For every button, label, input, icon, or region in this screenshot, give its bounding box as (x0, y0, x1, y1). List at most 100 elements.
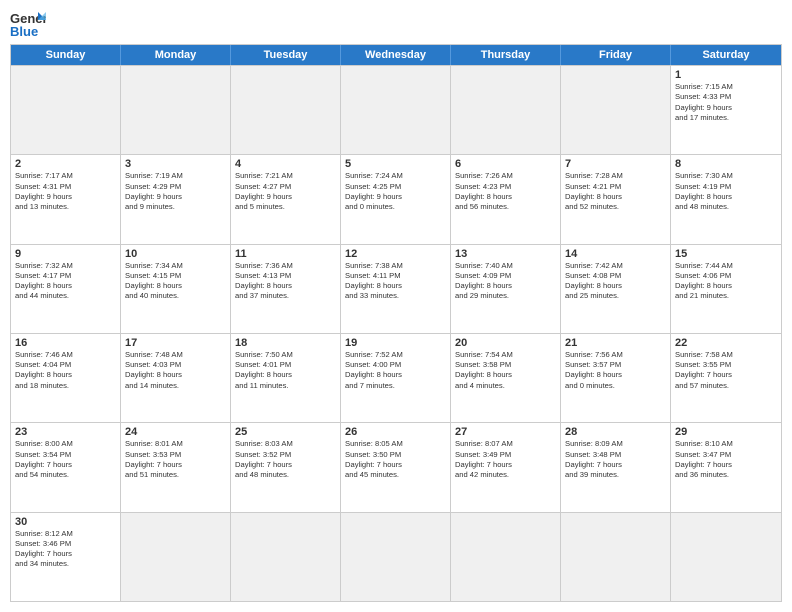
day-info: Sunrise: 7:58 AM Sunset: 3:55 PM Dayligh… (675, 350, 777, 391)
calendar-cell (341, 513, 451, 601)
day-number: 7 (565, 158, 666, 170)
day-info: Sunrise: 8:00 AM Sunset: 3:54 PM Dayligh… (15, 439, 116, 480)
day-number: 19 (345, 337, 446, 349)
day-number: 2 (15, 158, 116, 170)
day-info: Sunrise: 7:36 AM Sunset: 4:13 PM Dayligh… (235, 261, 336, 302)
weekday-header: Wednesday (341, 45, 451, 65)
calendar-cell: 24Sunrise: 8:01 AM Sunset: 3:53 PM Dayli… (121, 423, 231, 511)
day-info: Sunrise: 7:24 AM Sunset: 4:25 PM Dayligh… (345, 171, 446, 212)
calendar-row: 9Sunrise: 7:32 AM Sunset: 4:17 PM Daylig… (11, 244, 781, 333)
day-info: Sunrise: 7:21 AM Sunset: 4:27 PM Dayligh… (235, 171, 336, 212)
calendar-cell: 3Sunrise: 7:19 AM Sunset: 4:29 PM Daylig… (121, 155, 231, 243)
calendar-cell: 18Sunrise: 7:50 AM Sunset: 4:01 PM Dayli… (231, 334, 341, 422)
logo: General Blue (10, 10, 46, 38)
calendar-cell: 30Sunrise: 8:12 AM Sunset: 3:46 PM Dayli… (11, 513, 121, 601)
calendar-cell: 7Sunrise: 7:28 AM Sunset: 4:21 PM Daylig… (561, 155, 671, 243)
day-number: 27 (455, 426, 556, 438)
weekday-header: Saturday (671, 45, 781, 65)
day-info: Sunrise: 7:17 AM Sunset: 4:31 PM Dayligh… (15, 171, 116, 212)
calendar-cell: 29Sunrise: 8:10 AM Sunset: 3:47 PM Dayli… (671, 423, 781, 511)
page: General Blue SundayMondayTuesdayWednesda… (0, 0, 792, 612)
calendar-cell: 1Sunrise: 7:15 AM Sunset: 4:33 PM Daylig… (671, 66, 781, 154)
day-info: Sunrise: 8:09 AM Sunset: 3:48 PM Dayligh… (565, 439, 666, 480)
calendar-cell (11, 66, 121, 154)
calendar-cell: 22Sunrise: 7:58 AM Sunset: 3:55 PM Dayli… (671, 334, 781, 422)
calendar-cell (561, 66, 671, 154)
day-number: 1 (675, 69, 777, 81)
calendar-cell: 17Sunrise: 7:48 AM Sunset: 4:03 PM Dayli… (121, 334, 231, 422)
calendar-row: 23Sunrise: 8:00 AM Sunset: 3:54 PM Dayli… (11, 422, 781, 511)
day-info: Sunrise: 7:50 AM Sunset: 4:01 PM Dayligh… (235, 350, 336, 391)
day-number: 23 (15, 426, 116, 438)
day-number: 5 (345, 158, 446, 170)
day-number: 25 (235, 426, 336, 438)
day-info: Sunrise: 7:32 AM Sunset: 4:17 PM Dayligh… (15, 261, 116, 302)
calendar-cell (451, 513, 561, 601)
day-number: 21 (565, 337, 666, 349)
svg-text:Blue: Blue (10, 24, 38, 38)
day-info: Sunrise: 8:05 AM Sunset: 3:50 PM Dayligh… (345, 439, 446, 480)
calendar-cell: 6Sunrise: 7:26 AM Sunset: 4:23 PM Daylig… (451, 155, 561, 243)
weekday-header: Monday (121, 45, 231, 65)
calendar-row: 2Sunrise: 7:17 AM Sunset: 4:31 PM Daylig… (11, 154, 781, 243)
calendar-cell: 28Sunrise: 8:09 AM Sunset: 3:48 PM Dayli… (561, 423, 671, 511)
calendar-cell (561, 513, 671, 601)
day-number: 14 (565, 248, 666, 260)
day-info: Sunrise: 7:54 AM Sunset: 3:58 PM Dayligh… (455, 350, 556, 391)
calendar-cell: 10Sunrise: 7:34 AM Sunset: 4:15 PM Dayli… (121, 245, 231, 333)
day-info: Sunrise: 7:28 AM Sunset: 4:21 PM Dayligh… (565, 171, 666, 212)
calendar-cell: 11Sunrise: 7:36 AM Sunset: 4:13 PM Dayli… (231, 245, 341, 333)
day-number: 28 (565, 426, 666, 438)
calendar-cell (231, 513, 341, 601)
calendar-cell: 23Sunrise: 8:00 AM Sunset: 3:54 PM Dayli… (11, 423, 121, 511)
day-number: 9 (15, 248, 116, 260)
calendar-row: 30Sunrise: 8:12 AM Sunset: 3:46 PM Dayli… (11, 512, 781, 601)
calendar-cell: 27Sunrise: 8:07 AM Sunset: 3:49 PM Dayli… (451, 423, 561, 511)
calendar-cell: 20Sunrise: 7:54 AM Sunset: 3:58 PM Dayli… (451, 334, 561, 422)
calendar-cell (121, 66, 231, 154)
weekday-header: Friday (561, 45, 671, 65)
calendar-header: SundayMondayTuesdayWednesdayThursdayFrid… (11, 45, 781, 65)
day-info: Sunrise: 7:44 AM Sunset: 4:06 PM Dayligh… (675, 261, 777, 302)
day-info: Sunrise: 7:42 AM Sunset: 4:08 PM Dayligh… (565, 261, 666, 302)
day-number: 3 (125, 158, 226, 170)
calendar-cell: 9Sunrise: 7:32 AM Sunset: 4:17 PM Daylig… (11, 245, 121, 333)
day-number: 4 (235, 158, 336, 170)
calendar-cell: 2Sunrise: 7:17 AM Sunset: 4:31 PM Daylig… (11, 155, 121, 243)
day-number: 16 (15, 337, 116, 349)
calendar-cell (341, 66, 451, 154)
day-number: 24 (125, 426, 226, 438)
calendar-cell (231, 66, 341, 154)
calendar-cell: 26Sunrise: 8:05 AM Sunset: 3:50 PM Dayli… (341, 423, 451, 511)
calendar-row: 16Sunrise: 7:46 AM Sunset: 4:04 PM Dayli… (11, 333, 781, 422)
day-number: 8 (675, 158, 777, 170)
calendar-cell: 15Sunrise: 7:44 AM Sunset: 4:06 PM Dayli… (671, 245, 781, 333)
calendar-cell (451, 66, 561, 154)
day-number: 6 (455, 158, 556, 170)
day-number: 30 (15, 516, 116, 528)
weekday-header: Thursday (451, 45, 561, 65)
calendar-cell (121, 513, 231, 601)
day-info: Sunrise: 8:03 AM Sunset: 3:52 PM Dayligh… (235, 439, 336, 480)
calendar-cell: 12Sunrise: 7:38 AM Sunset: 4:11 PM Dayli… (341, 245, 451, 333)
calendar-cell: 14Sunrise: 7:42 AM Sunset: 4:08 PM Dayli… (561, 245, 671, 333)
calendar-cell: 19Sunrise: 7:52 AM Sunset: 4:00 PM Dayli… (341, 334, 451, 422)
day-number: 20 (455, 337, 556, 349)
day-number: 18 (235, 337, 336, 349)
day-info: Sunrise: 7:48 AM Sunset: 4:03 PM Dayligh… (125, 350, 226, 391)
day-number: 22 (675, 337, 777, 349)
day-info: Sunrise: 7:34 AM Sunset: 4:15 PM Dayligh… (125, 261, 226, 302)
day-info: Sunrise: 8:01 AM Sunset: 3:53 PM Dayligh… (125, 439, 226, 480)
header: General Blue (10, 10, 782, 38)
calendar-row: 1Sunrise: 7:15 AM Sunset: 4:33 PM Daylig… (11, 65, 781, 154)
day-number: 29 (675, 426, 777, 438)
day-info: Sunrise: 7:30 AM Sunset: 4:19 PM Dayligh… (675, 171, 777, 212)
day-number: 26 (345, 426, 446, 438)
calendar-cell: 8Sunrise: 7:30 AM Sunset: 4:19 PM Daylig… (671, 155, 781, 243)
calendar-cell: 16Sunrise: 7:46 AM Sunset: 4:04 PM Dayli… (11, 334, 121, 422)
day-number: 17 (125, 337, 226, 349)
day-info: Sunrise: 8:12 AM Sunset: 3:46 PM Dayligh… (15, 529, 116, 570)
day-info: Sunrise: 7:56 AM Sunset: 3:57 PM Dayligh… (565, 350, 666, 391)
logo-icon: General Blue (10, 10, 46, 38)
calendar-cell: 4Sunrise: 7:21 AM Sunset: 4:27 PM Daylig… (231, 155, 341, 243)
